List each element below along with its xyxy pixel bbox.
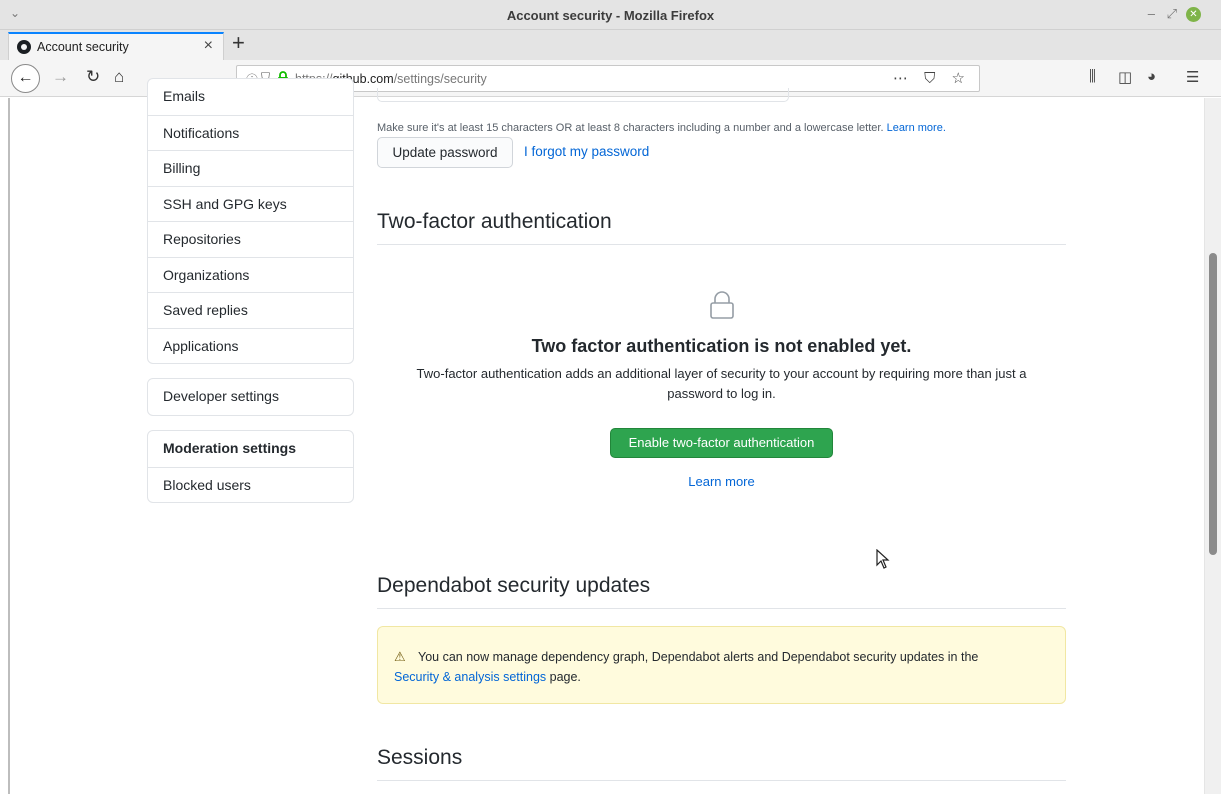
- page-scrollbar[interactable]: [1204, 98, 1221, 794]
- window-title: Account security - Mozilla Firefox: [506, 8, 715, 23]
- tab-close-icon[interactable]: ×: [204, 37, 213, 55]
- home-icon[interactable]: ⌂: [114, 67, 124, 87]
- two-factor-title: Two-factor authentication: [377, 210, 1066, 245]
- two-factor-description: Two-factor authentication adds an additi…: [416, 366, 1027, 401]
- lock-icon: [710, 291, 734, 319]
- reload-icon[interactable]: ↻: [86, 67, 100, 87]
- sidebar-item-blocked-users[interactable]: Blocked users: [148, 466, 353, 503]
- sidebar-item-applications[interactable]: Applications: [148, 327, 353, 364]
- page-actions-icon[interactable]: ⋯: [893, 70, 914, 87]
- two-factor-learn-more: Learn more: [377, 474, 1066, 489]
- sidebar-item-emails[interactable]: Emails: [148, 79, 353, 115]
- back-arrow-icon[interactable]: ←: [11, 64, 40, 93]
- bookmark-star-icon[interactable]: ☆: [952, 70, 971, 87]
- moderation-settings-heading: Moderation settings: [163, 440, 297, 456]
- sessions-title: Sessions: [377, 746, 1066, 781]
- mouse-cursor-icon: [876, 549, 890, 569]
- scrollbar-thumb[interactable]: [1209, 253, 1217, 555]
- window-titlebar: ⌄ Account security - Mozilla Firefox – ⤢…: [0, 0, 1221, 30]
- password-learn-more-link[interactable]: Learn more.: [887, 122, 946, 134]
- pocket-icon[interactable]: ⛉: [924, 70, 941, 87]
- settings-menu: Emails Notifications Billing SSH and GPG…: [147, 78, 354, 364]
- forward-arrow-icon[interactable]: →: [52, 67, 69, 87]
- page-content: Emails Notifications Billing SSH and GPG…: [0, 78, 1221, 794]
- warning-icon: ⚠: [394, 649, 406, 664]
- password-hint: Make sure it's at least 15 characters OR…: [377, 122, 946, 134]
- dependabot-notice: ⚠ You can now manage dependency graph, De…: [377, 626, 1066, 704]
- sidebar-item-billing[interactable]: Billing: [148, 150, 353, 186]
- maximize-icon[interactable]: ⤢: [1167, 6, 1177, 22]
- two-factor-learn-more-link[interactable]: Learn more: [688, 474, 754, 489]
- library-icon[interactable]: ⫼: [1089, 68, 1096, 85]
- window-edge: [8, 98, 10, 794]
- sidebar-item-repositories[interactable]: Repositories: [148, 221, 353, 257]
- sidebar-item-notifications[interactable]: Notifications: [148, 114, 353, 151]
- minimize-icon[interactable]: –: [1148, 6, 1155, 21]
- sidebar-item-organizations[interactable]: Organizations: [148, 256, 353, 293]
- password-input-bottom[interactable]: [377, 88, 789, 102]
- url-bar-actions: ⋯ ⛉ ☆: [893, 69, 971, 87]
- security-analysis-settings-link[interactable]: Security & analysis settings: [394, 670, 546, 684]
- close-window-icon[interactable]: ✕: [1186, 7, 1201, 22]
- developer-menu: Developer settings: [147, 378, 354, 416]
- new-tab-icon[interactable]: +: [232, 30, 245, 56]
- sidebar-toggle-icon[interactable]: ◫: [1118, 68, 1132, 86]
- tab-bar: Account security × +: [0, 30, 1221, 60]
- sidebar-item-developer-settings[interactable]: Developer settings: [148, 379, 353, 415]
- tab-account-security[interactable]: Account security ×: [8, 32, 224, 60]
- account-icon[interactable]: ◕: [1147, 68, 1156, 85]
- moderation-menu: Moderation settings Blocked users: [147, 430, 354, 503]
- dependabot-title: Dependabot security updates: [377, 574, 1066, 609]
- enable-two-factor-button[interactable]: Enable two-factor authentication: [610, 428, 833, 458]
- tab-label: Account security: [37, 40, 129, 54]
- two-factor-status-heading: Two factor authentication is not enabled…: [531, 336, 912, 356]
- sidebar-item-ssh-gpg-keys[interactable]: SSH and GPG keys: [148, 185, 353, 222]
- github-favicon-icon: [17, 40, 31, 54]
- sidebar-item-saved-replies[interactable]: Saved replies: [148, 292, 353, 328]
- update-password-button[interactable]: Update password: [377, 137, 513, 168]
- forgot-password-link[interactable]: I forgot my password: [524, 144, 649, 159]
- hamburger-menu-icon[interactable]: ☰: [1186, 68, 1199, 86]
